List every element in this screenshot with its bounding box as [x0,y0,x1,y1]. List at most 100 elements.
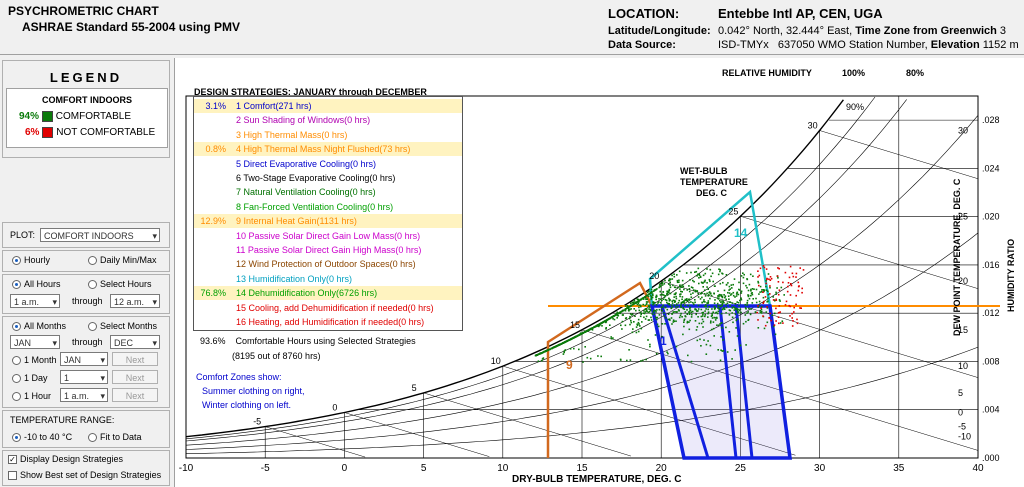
comfortable-point [747,289,750,292]
strategy-row: 8 Fan-Forced Ventilation Cooling(0 hrs) [194,200,462,214]
comfortable-point [711,312,713,315]
comfortable-point [640,327,643,330]
comfortable-point [738,304,740,307]
comfortable-point [689,319,691,322]
comfortable-point [719,323,721,325]
comfortable-point [679,293,681,296]
x-tick-label: -5 [261,463,270,474]
not-comfortable-point [795,272,798,275]
comfortable-point [676,279,679,282]
comfortable-point [609,324,611,326]
comfortable-point [688,321,690,323]
comfortable-point [612,318,614,320]
comfortable-point [660,298,662,300]
comfortable-point [773,312,776,315]
comfortable-point [721,302,724,304]
not-comfortable-point [791,312,793,315]
comfortable-point [693,303,695,306]
comfortable-point [767,293,770,296]
not-comfortable-point [800,307,802,309]
comfortable-point [713,285,716,287]
strategy-label: 16 Heating, add Humidification if needed… [236,317,425,327]
comfortable-point [776,287,778,289]
comfortable-point [690,296,693,298]
comfortable-point [746,304,749,306]
comfortable-point [748,283,751,286]
comfortable-point [610,337,613,340]
strategy-label: 6 Two-Stage Evaporative Cooling(0 hrs) [236,173,396,183]
comfortable-point [763,327,766,330]
comfortable-point [562,342,564,344]
comfortable-point [721,327,724,329]
comfortable-point [704,272,707,275]
comfortable-point [712,311,714,313]
comfortable-point [639,360,642,362]
x-axis-label: DRY-BULB TEMPERATURE, DEG. C [512,474,682,485]
comfortable-point [678,316,681,319]
comfortable-point [676,274,678,276]
comfortable-point [574,336,576,338]
comfortable-point [713,302,716,304]
comfortable-point [713,292,715,295]
comfortable-point [733,307,736,309]
comfortable-point [641,359,644,362]
comfortable-point [740,292,743,294]
comfortable-point [695,313,697,316]
comfort-note-2: Summer clothing on right, [202,386,305,396]
strategy-label: 7 Natural Ventilation Cooling(0 hrs) [236,187,376,198]
comfortable-point [673,275,676,278]
comfortable-point [633,321,635,323]
not-comfortable-point [801,287,803,290]
comfortable-point [624,317,627,320]
strategy-label: 5 Direct Evaporative Cooling(0 hrs) [236,158,377,169]
strategy-label: 11 Passive Solar Direct Gain High Mass(0… [236,245,422,255]
comfortable-point [738,281,740,284]
comfortable-point [690,360,693,363]
comfortable-point [605,319,607,322]
dewpoint-tick-label: 30 [958,125,968,135]
comfortable-point [696,339,699,342]
comfortable-point [636,324,639,326]
comfortable-point [678,279,680,282]
humidity-ratio-tick-label: .024 [982,163,1000,173]
comfortable-point [759,310,762,312]
comfortable-point [666,308,669,311]
comfortable-point [589,357,592,360]
comfortable-point [674,311,676,313]
not-comfortable-point [782,281,784,284]
wet-bulb-line [740,216,979,289]
wet-bulb-tick-label: 25 [728,206,738,216]
not-comfortable-point [790,283,792,285]
comfortable-point [638,309,641,312]
not-comfortable-point [778,305,781,307]
comfortable-point [762,296,765,299]
comfortable-point [737,301,740,304]
not-comfortable-point [795,276,797,278]
comfortable-point [710,320,712,322]
comfortable-point [740,275,743,277]
comfortable-point [737,312,739,314]
comfortable-point [676,281,679,284]
comfortable-point [643,310,645,312]
zone-1-label: 1 [660,334,667,348]
comfortable-point [657,325,660,328]
comfortable-point [749,313,752,316]
comfortable-point [735,295,738,297]
comfortable-point [646,308,648,310]
comfortable-point [677,305,679,308]
comfortable-point [727,295,730,297]
not-comfortable-point [787,282,790,284]
comfortable-point [723,308,726,310]
not-comfortable-point [764,296,767,298]
comfortable-point [595,324,598,327]
comfortable-point [649,343,651,346]
comfortable-point [783,294,785,296]
comfortable-point [683,300,685,302]
comfortable-point [746,286,748,289]
comfortable-point [647,319,650,321]
comfortable-point [624,305,627,307]
not-comfortable-point [759,267,762,270]
comfortable-point [545,350,547,352]
comfortable-point [706,282,708,284]
comfortable-point [740,298,743,301]
